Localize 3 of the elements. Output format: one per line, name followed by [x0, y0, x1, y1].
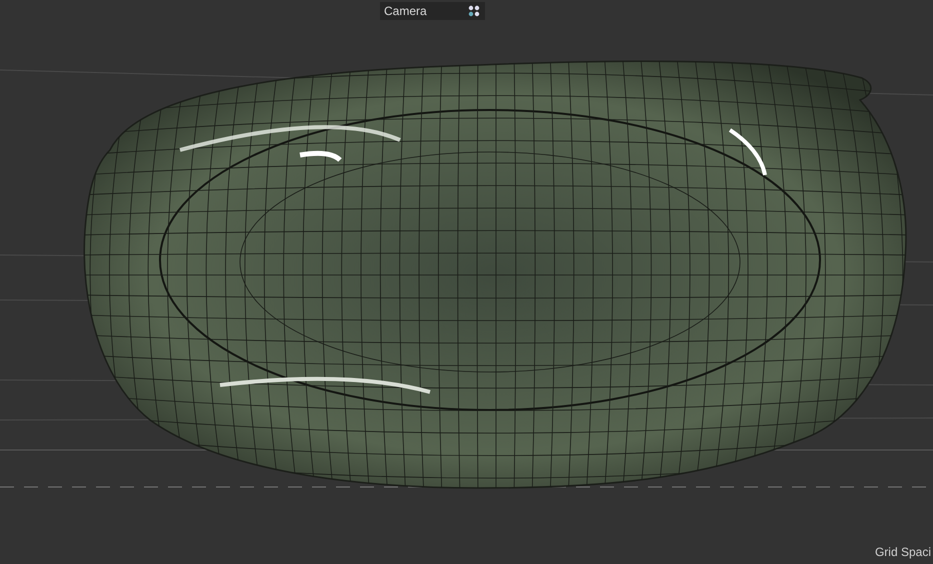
dots-icon — [467, 5, 481, 17]
grid-spacing-label: Grid Spaci — [874, 545, 931, 559]
camera-menu[interactable]: Camera — [380, 2, 485, 20]
